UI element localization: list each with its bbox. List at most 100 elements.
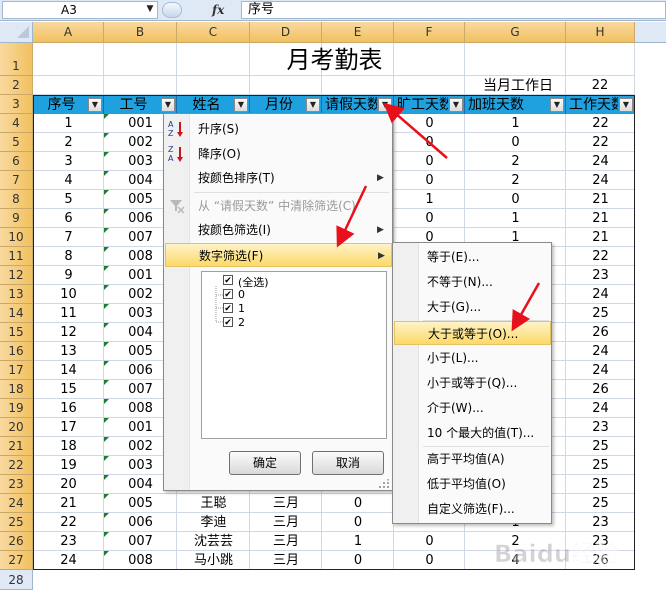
data-cell[interactable]: 21 bbox=[566, 190, 635, 209]
row-header-25[interactable]: 25 bbox=[0, 513, 33, 532]
data-cell[interactable]: 0 bbox=[322, 551, 394, 570]
data-cell[interactable]: 0 bbox=[394, 171, 465, 190]
sort-ascending-item[interactable]: 升序(S) bbox=[165, 117, 392, 141]
name-box-dropdown-icon[interactable]: ▼ bbox=[143, 1, 157, 17]
row-header-2[interactable]: 2 bbox=[0, 76, 33, 95]
data-cell[interactable]: 3 bbox=[33, 152, 104, 171]
data-cell[interactable]: 10 bbox=[33, 285, 104, 304]
data-cell[interactable]: 三月 bbox=[250, 551, 322, 570]
data-cell[interactable]: 22 bbox=[33, 513, 104, 532]
column-header-A[interactable]: A bbox=[33, 22, 104, 43]
data-cell[interactable]: 1 bbox=[33, 114, 104, 133]
row-header-14[interactable]: 14 bbox=[0, 304, 33, 323]
data-cell[interactable]: 0 bbox=[322, 494, 394, 513]
clear-filter-item[interactable]: 从 “请假天数” 中清除筛选(C) bbox=[165, 194, 392, 218]
filter-dropdown-button[interactable]: ▼ bbox=[550, 98, 564, 112]
data-cell[interactable]: 4 bbox=[33, 171, 104, 190]
sort-by-color-item[interactable]: 按颜色排序(T) ▶ bbox=[165, 166, 392, 190]
name-box[interactable]: A3 bbox=[2, 1, 158, 19]
number-filter-option[interactable]: 自定义筛选(F)... bbox=[394, 497, 551, 521]
filter-by-color-item[interactable]: 按颜色筛选(I) ▶ bbox=[165, 218, 392, 242]
data-cell[interactable]: 8 bbox=[33, 247, 104, 266]
column-header-G[interactable]: G bbox=[465, 22, 566, 43]
row-header-3[interactable]: 3 bbox=[0, 95, 33, 114]
data-cell[interactable]: 2 bbox=[33, 133, 104, 152]
number-filter-option[interactable]: 大于或等于(O)... bbox=[394, 321, 551, 345]
data-cell[interactable]: 11 bbox=[33, 304, 104, 323]
data-cell[interactable]: 0 bbox=[394, 152, 465, 171]
data-cell[interactable]: 7 bbox=[33, 228, 104, 247]
data-cell[interactable]: 0 bbox=[465, 190, 566, 209]
filter-dropdown-button[interactable]: ▼ bbox=[306, 98, 320, 112]
filter-dropdown-button[interactable]: ▼ bbox=[161, 98, 175, 112]
data-cell[interactable]: 15 bbox=[33, 380, 104, 399]
row-header-6[interactable]: 6 bbox=[0, 152, 33, 171]
row-header-8[interactable]: 8 bbox=[0, 190, 33, 209]
row-header-24[interactable]: 24 bbox=[0, 494, 33, 513]
filter-dropdown-button[interactable]: ▼ bbox=[378, 98, 392, 112]
filter-dropdown-button[interactable]: ▼ bbox=[88, 98, 102, 112]
data-cell[interactable]: 25 bbox=[566, 494, 635, 513]
data-cell[interactable]: 三月 bbox=[250, 494, 322, 513]
row-header-11[interactable]: 11 bbox=[0, 247, 33, 266]
row-header-22[interactable]: 22 bbox=[0, 456, 33, 475]
row-header-9[interactable]: 9 bbox=[0, 209, 33, 228]
row-header-20[interactable]: 20 bbox=[0, 418, 33, 437]
value-checkbox-1[interactable]: ✔ bbox=[223, 303, 233, 314]
filter-dropdown-button[interactable]: ▼ bbox=[449, 98, 463, 112]
number-filter-option[interactable]: 小于(L)... bbox=[394, 346, 551, 370]
value-checkbox-2[interactable]: ✔ bbox=[223, 317, 233, 328]
cancel-button[interactable]: 取消 bbox=[312, 451, 384, 475]
row-header-1[interactable]: 1 bbox=[0, 43, 33, 76]
data-cell[interactable]: 13 bbox=[33, 342, 104, 361]
row-header-10[interactable]: 10 bbox=[0, 228, 33, 247]
data-cell[interactable]: 25 bbox=[566, 304, 635, 323]
row-header-26[interactable]: 26 bbox=[0, 532, 33, 551]
data-cell[interactable]: 25 bbox=[566, 437, 635, 456]
filter-dropdown-button[interactable]: ▼ bbox=[234, 98, 248, 112]
column-header-E[interactable]: E bbox=[322, 22, 394, 43]
row-header-27[interactable]: 27 bbox=[0, 551, 33, 570]
number-filter-option[interactable]: 低于平均值(O) bbox=[394, 472, 551, 496]
workday-label[interactable]: 当月工作日 bbox=[470, 77, 566, 95]
number-filter-option[interactable]: 小于或等于(Q)... bbox=[394, 371, 551, 395]
data-cell[interactable]: 24 bbox=[566, 342, 635, 361]
data-cell[interactable]: 5 bbox=[33, 190, 104, 209]
data-cell[interactable]: 沈芸芸 bbox=[177, 532, 250, 551]
data-cell[interactable]: 0 bbox=[322, 513, 394, 532]
row-header-23[interactable]: 23 bbox=[0, 475, 33, 494]
data-cell[interactable]: 25 bbox=[566, 456, 635, 475]
data-cell[interactable]: 26 bbox=[566, 380, 635, 399]
data-cell[interactable]: 0 bbox=[394, 133, 465, 152]
data-cell[interactable]: 008 bbox=[104, 551, 177, 570]
column-header-F[interactable]: F bbox=[394, 22, 465, 43]
data-cell[interactable]: 李迪 bbox=[177, 513, 250, 532]
number-filter-option[interactable]: 介于(W)... bbox=[394, 396, 551, 420]
data-cell[interactable]: 25 bbox=[566, 475, 635, 494]
sort-descending-item[interactable]: 降序(O) bbox=[165, 142, 392, 166]
data-cell[interactable]: 19 bbox=[33, 456, 104, 475]
data-cell[interactable]: 23 bbox=[566, 418, 635, 437]
data-cell[interactable]: 1 bbox=[465, 114, 566, 133]
formula-bar-splitter[interactable] bbox=[162, 2, 182, 18]
data-cell[interactable]: 006 bbox=[104, 513, 177, 532]
row-header-21[interactable]: 21 bbox=[0, 437, 33, 456]
row-header-7[interactable]: 7 bbox=[0, 171, 33, 190]
workday-value[interactable]: 22 bbox=[566, 77, 634, 95]
data-cell[interactable]: 22 bbox=[566, 247, 635, 266]
data-cell[interactable]: 23 bbox=[566, 266, 635, 285]
data-cell[interactable]: 24 bbox=[566, 399, 635, 418]
row-header-5[interactable]: 5 bbox=[0, 133, 33, 152]
data-cell[interactable]: 2 bbox=[465, 171, 566, 190]
data-cell[interactable]: 0 bbox=[394, 532, 465, 551]
data-cell[interactable]: 24 bbox=[566, 152, 635, 171]
resize-grip-icon[interactable] bbox=[378, 479, 390, 489]
row-header-28[interactable]: 28 bbox=[0, 570, 33, 590]
ok-button[interactable]: 确定 bbox=[229, 451, 301, 475]
formula-input[interactable]: 序号 bbox=[241, 1, 666, 19]
data-cell[interactable]: 17 bbox=[33, 418, 104, 437]
row-header-17[interactable]: 17 bbox=[0, 361, 33, 380]
data-cell[interactable]: 24 bbox=[566, 171, 635, 190]
data-cell[interactable]: 王聪 bbox=[177, 494, 250, 513]
value-checkbox-0[interactable]: ✔ bbox=[223, 289, 233, 300]
